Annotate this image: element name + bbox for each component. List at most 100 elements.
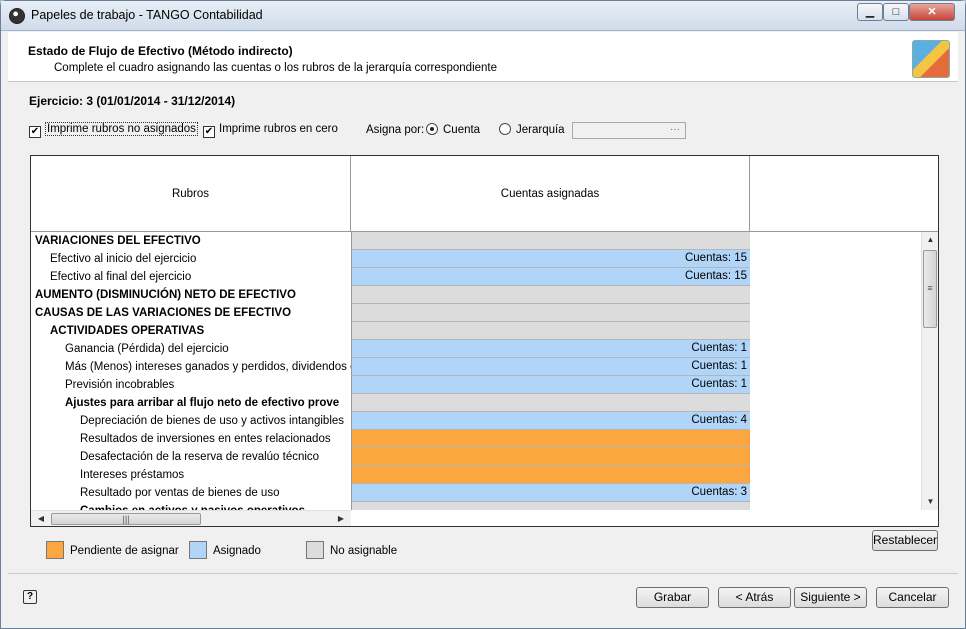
cuentas-cell[interactable]: Cuentas: 1: [351, 376, 750, 394]
legend-asignado: Asignado: [189, 541, 261, 559]
table-row[interactable]: Más (Menos) intereses ganados y perdidos…: [31, 358, 750, 376]
legend-no-asignable: No asignable: [306, 541, 397, 559]
rubro-label: Ajustes para arribar al flujo neto de ef…: [65, 397, 340, 409]
help-icon[interactable]: ?: [23, 590, 37, 604]
minimize-button[interactable]: ▁: [857, 3, 883, 21]
table-row[interactable]: Resultados de inversiones en entes relac…: [31, 430, 750, 448]
table-row[interactable]: AUMENTO (DISMINUCIÓN) NETO DE EFECTIVO: [31, 286, 750, 304]
title-bar: Papeles de trabajo - TANGO Contabilidad …: [1, 1, 965, 31]
restablecer-button[interactable]: Restablecer: [872, 530, 938, 551]
table-row[interactable]: Ajustes para arribar al flujo neto de ef…: [31, 394, 750, 412]
cuentas-cell[interactable]: Cuentas: 4: [351, 412, 750, 430]
radio-label: Jerarquía: [516, 124, 565, 136]
cuentas-cell[interactable]: [351, 502, 750, 510]
rubro-label: Previsión incobrables: [65, 379, 175, 391]
scroll-down-icon[interactable]: ▼: [922, 494, 938, 510]
radio-jerarquia[interactable]: Jerarquía: [499, 123, 565, 136]
imprime-no-asignados-checkbox[interactable]: ✔ Imprime rubros no asignados: [29, 122, 198, 138]
cuentas-cell[interactable]: Cuentas: 1: [351, 358, 750, 376]
scroll-thumb[interactable]: ≡: [923, 250, 937, 328]
checkbox-label: Imprime rubros en cero: [219, 123, 338, 135]
rubro-label: Efectivo al final del ejercicio: [50, 271, 192, 283]
cuentas-cell[interactable]: Cuentas: 15: [351, 268, 750, 286]
rubro-label: VARIACIONES DEL EFECTIVO: [35, 235, 201, 247]
cuentas-cell[interactable]: [351, 448, 750, 466]
siguiente-button[interactable]: Siguiente >: [794, 587, 867, 608]
cuentas-cell[interactable]: Cuentas: 3: [351, 484, 750, 502]
table-row[interactable]: ACTIVIDADES OPERATIVAS: [31, 322, 750, 340]
rubro-label: Intereses préstamos: [80, 469, 185, 481]
column-header-label: Rubros: [171, 188, 210, 200]
maximize-button[interactable]: □: [883, 3, 909, 21]
table-row[interactable]: Efectivo al inicio del ejercicio Cuentas:…: [31, 250, 750, 268]
scroll-up-icon[interactable]: ▲: [922, 232, 938, 248]
cuentas-cell[interactable]: [351, 304, 750, 322]
scroll-left-icon[interactable]: ◀: [33, 511, 49, 526]
scroll-thumb[interactable]: |||: [51, 513, 201, 525]
rubro-label: Desafectación de la reserva de revalúo t…: [80, 451, 320, 463]
checkbox-check-icon: ✔: [29, 126, 41, 138]
cuentas-cell[interactable]: Cuentas: 15: [351, 250, 750, 268]
radio-label: Cuenta: [443, 124, 481, 136]
legend-label: Pendiente de asignar: [70, 545, 179, 557]
cuentas-cell[interactable]: [351, 430, 750, 448]
close-button[interactable]: ✕: [909, 3, 955, 21]
asigna-por-label: Asigna por:: [366, 124, 425, 136]
rubro-label: ACTIVIDADES OPERATIVAS: [50, 325, 205, 337]
checkbox-check-icon: ✔: [203, 126, 215, 138]
vertical-scrollbar[interactable]: ▲ ≡ ▼: [921, 232, 938, 510]
grid-header: Rubros Cuentas asignadas: [31, 156, 938, 232]
legend-swatch: [189, 541, 207, 559]
horizontal-scrollbar[interactable]: ◀ ||| ▶: [31, 510, 351, 526]
wizard-header: Estado de Flujo de Efectivo (Método indi…: [8, 32, 958, 82]
jerarquia-field[interactable]: ···: [572, 122, 686, 139]
atras-button[interactable]: < Atrás: [718, 587, 791, 608]
radio-unselected-icon: [499, 123, 511, 135]
radio-cuenta[interactable]: Cuenta: [426, 123, 480, 136]
column-header-cuentas[interactable]: Cuentas asignadas: [351, 156, 750, 232]
rubro-label: CAUSAS DE LAS VARIACIONES DE EFECTIVO: [35, 307, 292, 319]
column-header-label: Cuentas asignadas: [500, 188, 600, 200]
rubro-label: AUMENTO (DISMINUCIÓN) NETO DE EFECTIVO: [35, 289, 296, 301]
radio-selected-icon: [426, 123, 438, 135]
cuentas-cell[interactable]: [351, 286, 750, 304]
legend-label: Asignado: [213, 545, 261, 557]
rubros-grid: Rubros Cuentas asignadas VARIACIONES DEL…: [30, 155, 939, 527]
table-row[interactable]: Efectivo al final del ejercicio Cuentas: …: [31, 268, 750, 286]
grabar-button[interactable]: Grabar: [636, 587, 709, 608]
table-row[interactable]: Depreciación de bienes de uso y activos …: [31, 412, 750, 430]
page-subtitle: Complete el cuadro asignando las cuentas…: [54, 62, 498, 74]
rubro-label: Cambios en activos y pasivos operativos: [31, 502, 351, 510]
table-row[interactable]: Resultado por ventas de bienes de uso Cue…: [31, 484, 750, 502]
tango-app-icon: [9, 8, 25, 24]
checkbox-label: Imprime rubros no asignados: [45, 122, 198, 136]
table-row[interactable]: Intereses préstamos: [31, 466, 750, 484]
cuentas-cell[interactable]: [351, 322, 750, 340]
table-row[interactable]: Ganancia (Pérdida) del ejercicio Cuentas:…: [31, 340, 750, 358]
legend-pendiente: Pendiente de asignar: [46, 541, 179, 559]
footer-divider: [8, 573, 958, 574]
legend-swatch: [306, 541, 324, 559]
papeles-de-trabajo-window: Papeles de trabajo - TANGO Contabilidad …: [0, 0, 966, 629]
rubro-label: Más (Menos) intereses ganados y perdidos…: [65, 361, 351, 373]
table-row[interactable]: Previsión incobrables Cuentas: 1: [31, 376, 750, 394]
rubro-label: Efectivo al inicio del ejercicio: [50, 253, 197, 265]
ejercicio-label: Ejercicio: 3 (01/01/2014 - 31/12/2014): [29, 94, 236, 108]
table-row[interactable]: Cambios en activos y pasivos operativos: [31, 502, 750, 510]
table-row[interactable]: VARIACIONES DEL EFECTIVO: [31, 232, 750, 250]
cancelar-button[interactable]: Cancelar: [876, 587, 949, 608]
cuentas-cell[interactable]: [351, 466, 750, 484]
table-row[interactable]: Desafectación de la reserva de revalúo t…: [31, 448, 750, 466]
table-row[interactable]: CAUSAS DE LAS VARIACIONES DE EFECTIVO: [31, 304, 750, 322]
legend-label: No asignable: [330, 545, 398, 557]
rubro-label: Depreciación de bienes de uso y activos …: [80, 415, 345, 427]
window-title: Papeles de trabajo - TANGO Contabilidad: [31, 8, 263, 22]
cuentas-cell[interactable]: Cuentas: 1: [351, 340, 750, 358]
rubro-label: Resultado por ventas de bienes de uso: [80, 487, 280, 499]
cuentas-cell[interactable]: [351, 232, 750, 250]
imprime-en-cero-checkbox[interactable]: ✔ Imprime rubros en cero: [203, 123, 338, 138]
cuentas-cell[interactable]: [351, 394, 750, 412]
scroll-right-icon[interactable]: ▶: [333, 511, 349, 526]
column-header-rubros[interactable]: Rubros: [31, 156, 351, 232]
page-title: Estado de Flujo de Efectivo (Método indi…: [28, 44, 293, 58]
